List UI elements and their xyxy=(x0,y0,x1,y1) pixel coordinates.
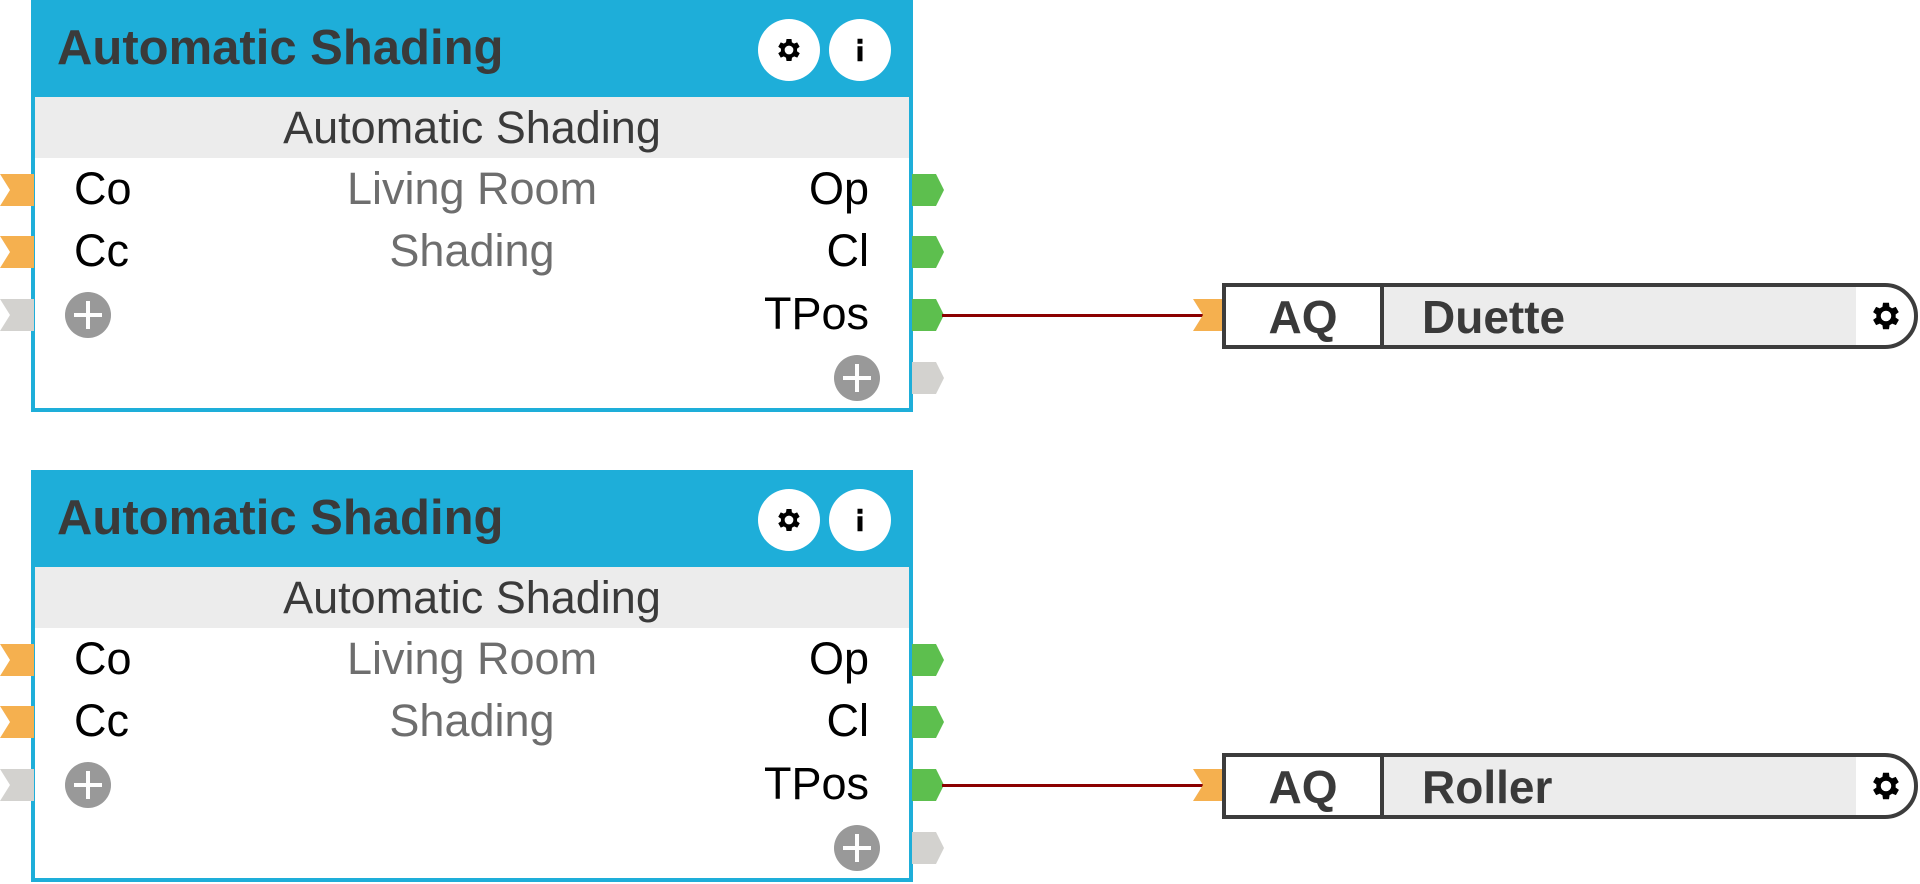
actuator-name: Roller xyxy=(1384,757,1856,815)
output-label-op: Op xyxy=(808,633,869,684)
block-header[interactable]: Automatic Shading xyxy=(31,0,913,97)
input-connector-cc[interactable] xyxy=(0,236,34,268)
actuator-name: Duette xyxy=(1384,287,1856,345)
room-label: Living Room xyxy=(346,633,598,684)
actuator-settings-button[interactable] xyxy=(1868,298,1904,334)
room-label: Living Room xyxy=(346,163,598,214)
block-header[interactable]: Automatic Shading xyxy=(31,470,913,567)
output-label-cl: Cl xyxy=(826,225,870,276)
gear-icon xyxy=(778,39,800,61)
gear-icon xyxy=(1873,772,1899,800)
add-output-button[interactable] xyxy=(834,825,880,871)
output-label-tpos: TPos xyxy=(763,758,869,809)
output-label-tpos: TPos xyxy=(763,288,869,339)
category-label: Shading xyxy=(389,695,555,746)
add-output-button[interactable] xyxy=(834,355,880,401)
category-label: Shading xyxy=(389,225,555,276)
output-connector-empty[interactable] xyxy=(912,362,946,394)
info-icon xyxy=(857,508,863,532)
info-button[interactable] xyxy=(829,19,891,81)
actuator-settings-button[interactable] xyxy=(1868,768,1904,804)
add-input-button[interactable] xyxy=(65,292,111,338)
function-block-automatic-shading-2[interactable]: Automatic Shading Automatic Shading Co C… xyxy=(31,470,913,882)
input-connector-cc[interactable] xyxy=(0,706,34,738)
output-connector-tpos[interactable] xyxy=(912,299,946,331)
input-connector-co[interactable] xyxy=(0,174,34,206)
aq-input-connector[interactable] xyxy=(1193,299,1223,331)
settings-button[interactable] xyxy=(758,489,820,551)
actuator-type: AQ xyxy=(1226,757,1384,815)
info-icon xyxy=(857,38,863,62)
block-title: Automatic Shading xyxy=(57,21,504,75)
block-title: Automatic Shading xyxy=(57,491,504,545)
input-connector-co[interactable] xyxy=(0,644,34,676)
output-label-op: Op xyxy=(808,163,869,214)
gear-icon xyxy=(778,509,800,531)
output-connector-empty[interactable] xyxy=(912,832,946,864)
actuator-block-roller[interactable]: AQ Roller xyxy=(1222,753,1918,819)
gear-icon xyxy=(1873,302,1899,330)
input-connector-empty[interactable] xyxy=(0,299,34,331)
input-connector-empty[interactable] xyxy=(0,769,34,801)
output-connector-cl[interactable] xyxy=(912,706,946,738)
function-block-automatic-shading-1[interactable]: Automatic Shading Automatic Shading Co C… xyxy=(31,0,913,412)
actuator-type: AQ xyxy=(1226,287,1384,345)
block-subtitle: Automatic Shading xyxy=(35,567,909,628)
output-label-cl: Cl xyxy=(826,695,870,746)
output-connector-op[interactable] xyxy=(912,174,946,206)
add-input-button[interactable] xyxy=(65,762,111,808)
output-connector-op[interactable] xyxy=(912,644,946,676)
block-subtitle: Automatic Shading xyxy=(35,97,909,158)
wire-tpos-to-roller[interactable] xyxy=(942,784,1206,787)
output-connector-cl[interactable] xyxy=(912,236,946,268)
aq-input-connector[interactable] xyxy=(1193,769,1223,801)
settings-button[interactable] xyxy=(758,19,820,81)
info-button[interactable] xyxy=(829,489,891,551)
output-connector-tpos[interactable] xyxy=(912,769,946,801)
wire-tpos-to-duette[interactable] xyxy=(942,314,1206,317)
actuator-block-duette[interactable]: AQ Duette xyxy=(1222,283,1918,349)
